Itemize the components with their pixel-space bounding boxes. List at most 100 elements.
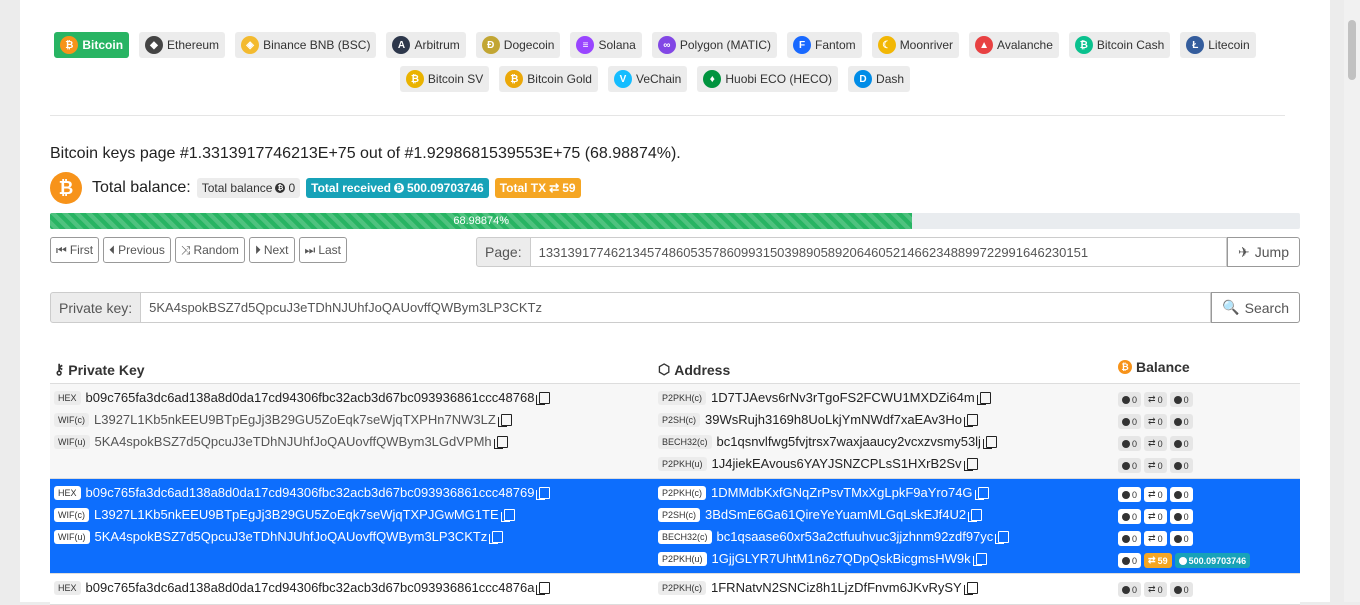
- coin-vechain-button[interactable]: V VeChain: [607, 66, 688, 92]
- copy-icon[interactable]: [500, 508, 515, 522]
- copy-icon[interactable]: [536, 581, 551, 595]
- copy-icon[interactable]: [536, 391, 551, 405]
- search-button[interactable]: 🔍 Search: [1211, 292, 1300, 323]
- copy-icon[interactable]: [964, 413, 979, 427]
- address-link[interactable]: 1FRNatvN2SNCiz8h1LjzDfFnvm6JKvRySY: [711, 580, 962, 595]
- coin-label: Solana: [598, 38, 636, 52]
- key-format-badge: WIF(c): [54, 507, 89, 522]
- copy-icon[interactable]: [995, 530, 1010, 544]
- solana-icon: ≡: [576, 36, 595, 54]
- copy-icon[interactable]: [972, 552, 987, 566]
- address-type-badge: P2SH(c): [658, 507, 701, 522]
- copy-icon[interactable]: [963, 581, 978, 595]
- keys-table: ⚷ Private Key ⬡ Address ₿ Balance HEX b09c76…: [50, 355, 1300, 605]
- address-link[interactable]: 1D7TJAevs6rNv3rTgoFS2FCWU1MXDZi64m: [711, 390, 975, 405]
- exchange-icon: ⇄: [1148, 533, 1156, 543]
- key-format-badge: WIF(u): [54, 434, 90, 449]
- address-line: P2PKH(c) 1DMMdbKxfGNqZrPsvTMxXgLpkF9aYro7…: [658, 485, 989, 500]
- copy-icon[interactable]: [536, 486, 551, 500]
- next-button[interactable]: ⏵ Next: [248, 237, 295, 263]
- address-balance-badges: 0 ⇄ 0 0: [1118, 487, 1193, 502]
- coin-label: Arbitrum: [414, 38, 460, 52]
- address-link[interactable]: 3BdSmE6Ga61QireYeYuamMLGqLskEJf4U2: [705, 507, 966, 522]
- coin-avalanche-button[interactable]: ▲ Avalanche: [969, 32, 1059, 58]
- page-scrollbar[interactable]: [1344, 0, 1360, 602]
- copy-icon[interactable]: [489, 530, 504, 544]
- received-value: 0: [1183, 489, 1189, 500]
- bitcoin-icon: [1173, 439, 1182, 448]
- previous-label: Previous: [118, 243, 165, 257]
- tx-count-badge: ⇄ 0: [1144, 414, 1167, 429]
- copy-icon[interactable]: [497, 413, 512, 427]
- private-key-value: b09c765fa3dc6ad138a8d0da17cd94306fbc32ac…: [85, 390, 535, 405]
- address-link[interactable]: bc1qsaase60xr53a2ctfuuhvuc3jjzhnm92zdf97…: [717, 529, 994, 544]
- copy-icon[interactable]: [968, 508, 983, 522]
- coin-moonriver-button[interactable]: ☾ Moonriver: [871, 32, 960, 58]
- table-row[interactable]: HEX b09c765fa3dc6ad138a8d0da17cd94306fbc3…: [50, 479, 1300, 574]
- address-link[interactable]: 39WsRujh3169h8UoLkjYmNWdf7xaEAv3Ho: [705, 412, 962, 427]
- coin-dogecoin-button[interactable]: Ð Dogecoin: [475, 32, 561, 58]
- bitcoin-icon: [1173, 534, 1182, 543]
- coin-polygon-matic-button[interactable]: ∞ Polygon (MATIC): [651, 32, 777, 58]
- copy-icon[interactable]: [976, 391, 991, 405]
- received-value: 0: [1183, 511, 1189, 522]
- address-link[interactable]: bc1qsnvlfwg5fvjtrsx7waxjaaucy2vcxzvsmy53…: [717, 434, 981, 449]
- coin-binance-bnb-bsc-button[interactable]: ◈ Binance BNB (BSC): [235, 32, 377, 58]
- coin-solana-button[interactable]: ≡ Solana: [570, 32, 642, 58]
- coin-label: Polygon (MATIC): [679, 38, 771, 52]
- coin-huobi-eco-heco-button[interactable]: ♦ Huobi ECO (HECO): [697, 66, 839, 92]
- first-button[interactable]: ⏮ First: [50, 237, 100, 263]
- exchange-icon: ⇄: [1148, 511, 1156, 521]
- private-key-value: b09c765fa3dc6ad138a8d0da17cd94306fbc32ac…: [85, 580, 535, 595]
- balance-value: 0: [1132, 460, 1138, 471]
- copy-icon[interactable]: [963, 457, 978, 471]
- coin-bitcoin-button[interactable]: ₿ Bitcoin: [54, 32, 130, 58]
- balance-value: 0: [1132, 555, 1138, 566]
- divider: [50, 115, 1285, 116]
- bitcoin-icon: [1122, 395, 1130, 404]
- coin-bitcoin-cash-button[interactable]: ₿ Bitcoin Cash: [1068, 32, 1171, 58]
- copy-icon[interactable]: [493, 435, 508, 449]
- jump-label: Jump: [1254, 244, 1289, 260]
- coin-bitcoin-gold-button[interactable]: ₿ Bitcoin Gold: [499, 66, 598, 92]
- tx-count-value: 0: [1157, 394, 1163, 405]
- last-button[interactable]: ⏭ Last: [298, 237, 348, 263]
- coin-arbitrum-button[interactable]: A Arbitrum: [386, 32, 466, 58]
- copy-icon[interactable]: [982, 435, 997, 449]
- exchange-icon: ⇄: [1148, 460, 1156, 470]
- address-link[interactable]: 1GjjGLYR7UhtM1n6z7QDpQskBicgmsHW9k: [712, 551, 971, 566]
- balance-badge: 0: [1118, 582, 1142, 597]
- vechain-icon: V: [613, 70, 632, 88]
- previous-button[interactable]: ⏴ Previous: [103, 237, 171, 263]
- address-link[interactable]: 1J4jiekEAvous6YAYJSNZCPLsS1HXrB2Sv: [712, 456, 962, 471]
- last-icon: ⏭: [304, 242, 316, 257]
- bitcoin-icon: ₿: [60, 36, 79, 54]
- private-key-line: WIF(c) L3927L1Kb5nkEEU9BTpEgJj3B29GU5ZoEq…: [54, 507, 515, 522]
- table-row[interactable]: HEX b09c765fa3dc6ad138a8d0da17cd94306fbc3…: [50, 574, 1300, 605]
- litecoin-icon: Ł: [1186, 36, 1205, 54]
- bitcoin-icon: [1173, 512, 1182, 521]
- received-value: 500.09703746: [1188, 555, 1247, 566]
- balance-value: 0: [1132, 533, 1138, 544]
- page-input[interactable]: 1331391774621345748605357860993150398905…: [530, 237, 1228, 267]
- tx-count-badge: ⇄ 0: [1144, 458, 1167, 473]
- bitcoin-icon: [1122, 534, 1130, 543]
- coin-fantom-button[interactable]: F Fantom: [787, 32, 862, 58]
- table-row[interactable]: HEX b09c765fa3dc6ad138a8d0da17cd94306fbc3…: [50, 384, 1300, 479]
- address-link[interactable]: 1DMMdbKxfGNqZrPsvTMxXgLpkF9aYro74G: [711, 485, 973, 500]
- jump-button[interactable]: ✈ Jump: [1227, 237, 1300, 267]
- coin-litecoin-button[interactable]: Ł Litecoin: [1180, 32, 1256, 58]
- coin-ethereum-button[interactable]: ◆ Ethereum: [139, 32, 226, 58]
- pagination-nav: ⏮ First ⏴ Previous ⤨ Random ⏵ Next ⏭ Last: [50, 237, 348, 263]
- coin-bitcoin-sv-button[interactable]: ₿ Bitcoin SV: [399, 66, 490, 92]
- scrollbar-thumb[interactable]: [1348, 20, 1356, 80]
- total-balance-value: 0: [288, 181, 296, 195]
- first-icon: ⏮: [56, 242, 67, 257]
- total-received-label: Total received: [311, 181, 391, 195]
- address-line: P2SH(c) 39WsRujh3169h8UoLkjYmNWdf7xaEAv3H…: [658, 412, 979, 427]
- private-key-input[interactable]: 5KA4spokBSZ7d5QpcuJ3eTDhNJUhfJoQAUovffQW…: [141, 292, 1212, 323]
- coin-dash-button[interactable]: D Dash: [848, 66, 911, 92]
- random-button[interactable]: ⤨ Random: [174, 237, 245, 263]
- private-key-value: 5KA4spokBSZ7d5QpcuJ3eTDhNJUhfJoQAUovffQW…: [94, 434, 492, 449]
- copy-icon[interactable]: [974, 486, 989, 500]
